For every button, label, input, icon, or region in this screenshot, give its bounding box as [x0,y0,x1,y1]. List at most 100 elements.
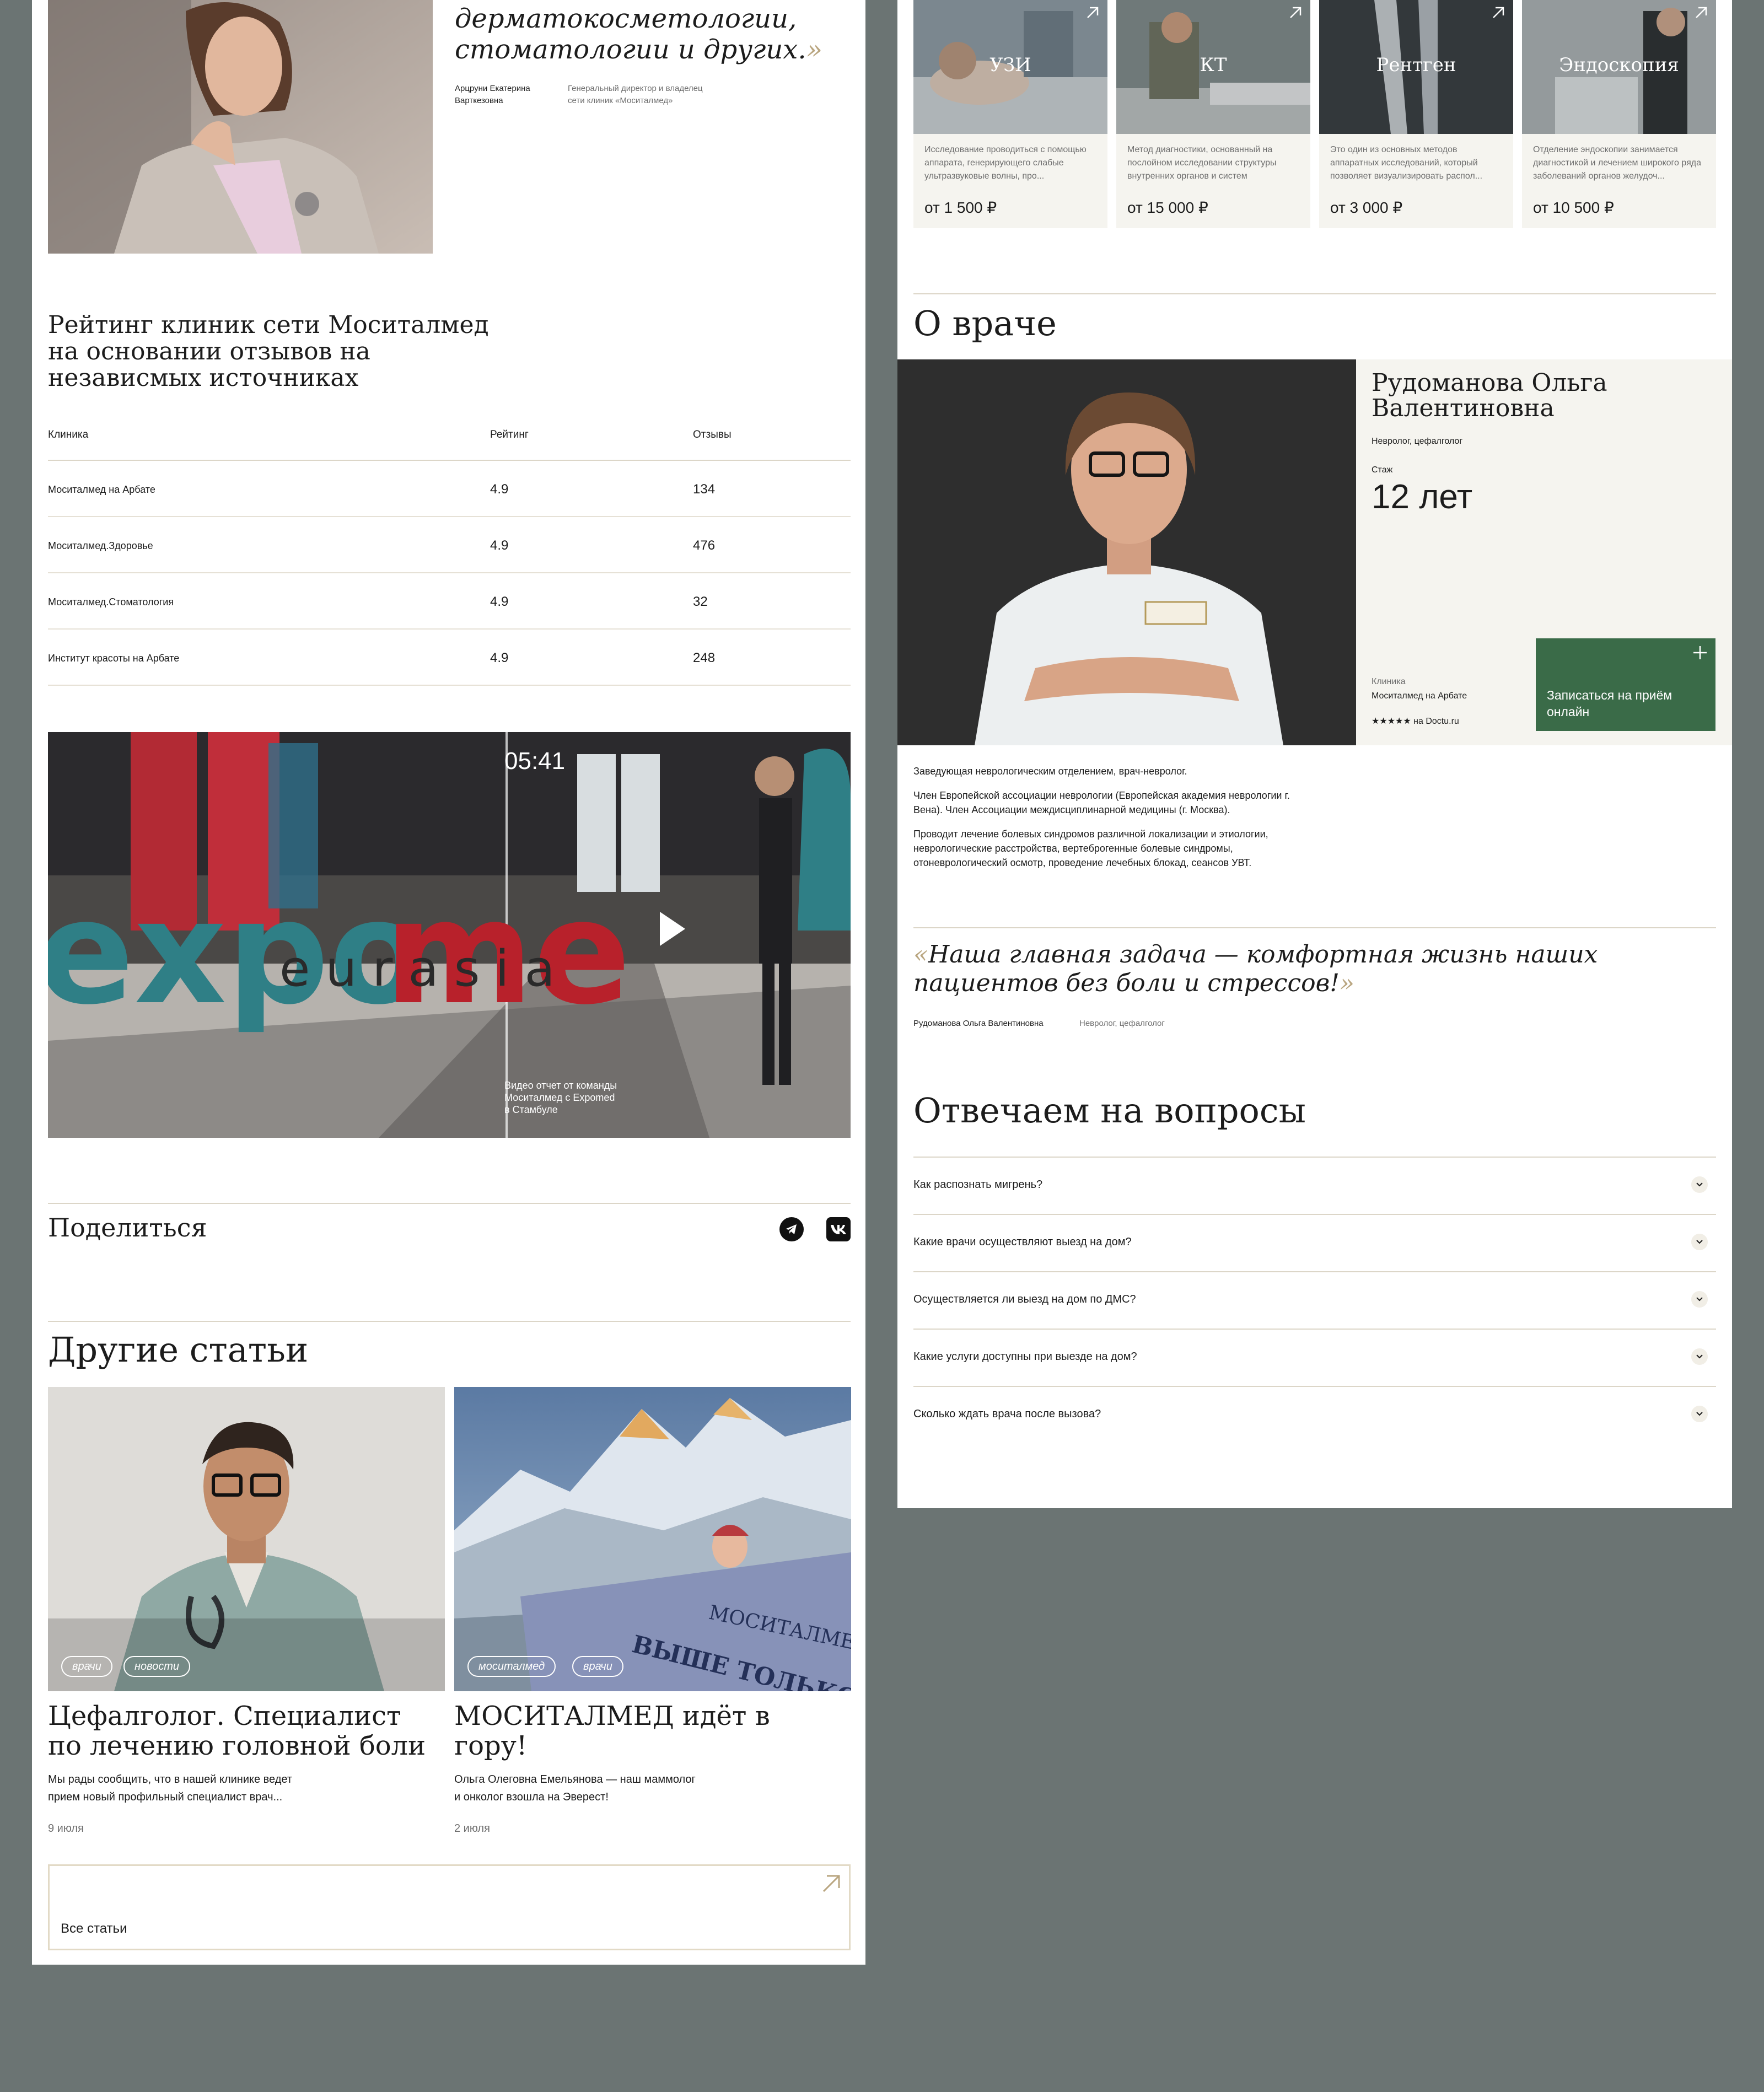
bio-line: отоневрологический осмотр, проведение ле… [913,857,1252,868]
plus-icon [1692,645,1708,660]
video-player[interactable]: expo me eurasia 05:41 Видео отчет от ком… [48,732,851,1138]
all-articles-label: Все статьи [61,1921,127,1936]
rating-value: 4.9 [490,482,509,497]
rating-clinic-name: Институт красоты на Арбате [48,653,180,664]
author-name: Варткезовна [455,96,503,105]
author-role: сети клиник «Моситалмед» [568,96,673,105]
excerpt-line: Мы рады сообщить, что в нашей клинике ве… [48,1773,293,1786]
reviews-count: 134 [693,482,716,497]
rating-stars: ★★★★★ [1372,717,1411,726]
services-row: УЗИ Исследование проводиться с помощью а… [913,0,1716,228]
bio-line: Проводит лечение болевых синдромов разли… [913,829,1268,840]
chevron-down-icon[interactable] [1691,1291,1708,1308]
service-description: Метод диагностики, основанный на послойн… [1127,145,1277,181]
author-name: Арцруни Екатерина [455,84,530,93]
doctor-name-line: Рудоманова Ольга [1372,369,1607,397]
experience-value: 12 лет [1372,478,1473,516]
arrow-up-right-icon [1288,6,1303,20]
tag-chip[interactable]: моситалмед [467,1656,556,1677]
quote-line: Наша главная задача — комфортная жизнь н… [928,940,1598,969]
rating-title-line: Рейтинг клиник сети Моситалмед [48,311,489,339]
doctor-info-card: Рудоманова Ольга Валентиновна Невролог, … [1356,359,1732,745]
book-label-line: онлайн [1547,704,1590,719]
service-image: УЗИ [913,0,1107,134]
tag-chip[interactable]: врачи [61,1656,112,1677]
telegram-icon[interactable] [779,1217,804,1241]
service-card[interactable]: Эндоскопия Отделение эндоскопии занимает… [1522,0,1716,228]
reviews-count: 248 [693,650,716,665]
faq-question[interactable]: Осуществляется ли выезд на дом по ДМС? [913,1293,1136,1306]
service-card[interactable]: Рентген Это один из основных методов апп… [1319,0,1513,228]
video-duration: 05:41 [504,747,566,775]
bio-line: Член Европейской ассоциации неврологии (… [913,790,1290,801]
chevron-down-icon[interactable] [1691,1176,1708,1193]
article-card-image[interactable]: врачи новости [48,1387,445,1691]
play-icon[interactable] [655,910,689,948]
rating-value: 4.9 [490,650,509,665]
clinic-label: Клиника [1372,677,1406,686]
article-card-image[interactable]: МОСИТАЛМЕД ВЫШЕ ТОЛЬКО моситалмед врачи [454,1387,851,1691]
service-label: Рентген [1376,54,1456,76]
doctor-specialty: Невролог, цефалголог [1372,437,1463,446]
doctor-section-title: О враче [913,303,1057,343]
service-label: Эндоскопия [1559,54,1679,76]
rating-clinic-name: Моситалмед на Арбате [48,484,155,495]
author-photo [48,0,433,254]
tag-chip[interactable]: врачи [572,1656,623,1677]
excerpt-line: и онколог взошла на Эверест! [454,1791,609,1803]
tag-chip[interactable]: новости [123,1656,191,1677]
doctor-bio: Заведующая неврологическим отделением, в… [913,764,1575,870]
quote-open-mark: « [913,940,928,969]
other-articles-title: Другие статьи [48,1330,309,1370]
faq-question[interactable]: Какие врачи осуществляют выезд на дом? [913,1236,1132,1249]
share-title: Поделиться [48,1213,207,1243]
video-caption-line: Видео отчет от команды [504,1080,617,1091]
arrow-up-right-icon [1085,6,1100,20]
doctor-name-line: Валентиновна [1372,394,1555,422]
reviews-count: 476 [693,538,716,553]
chevron-down-icon[interactable] [1691,1234,1708,1250]
article-date: 9 июля [48,1822,84,1835]
faq-title: Отвечаем на вопросы [913,1090,1306,1131]
article-title-line: гору! [454,1730,528,1761]
all-articles-button[interactable]: Все статьи [48,1864,851,1950]
col-header-clinic: Клиника [48,429,89,440]
book-appointment-button[interactable]: Записаться на приём онлайн [1536,638,1715,731]
service-card[interactable]: УЗИ Исследование проводиться с помощью а… [913,0,1107,228]
arrow-up-right-icon [1694,6,1708,20]
article-title-line: Цефалголог. Специалист [48,1701,401,1731]
faq-question[interactable]: Как распознать мигрень? [913,1179,1042,1191]
rating-title-line: на основании отзывов на [48,337,370,365]
svg-text:eurasia: eurasia [279,940,571,998]
chevron-down-icon[interactable] [1691,1348,1708,1365]
service-image: Эндоскопия [1522,0,1716,134]
bio-line: неврологические расстройства, вертеброге… [913,843,1233,854]
article-date: 2 июля [454,1822,490,1835]
excerpt-line: Ольга Олеговна Емельянова — наш маммолог [454,1773,696,1786]
clinic-name[interactable]: Моситалмед на Арбате [1372,691,1467,701]
doctor-photo [897,359,1356,745]
chevron-down-icon[interactable] [1691,1406,1708,1422]
faq-question[interactable]: Какие услуги доступны при выезде на дом? [913,1351,1137,1363]
service-image: КТ [1116,0,1310,134]
experience-label: Стаж [1372,465,1393,475]
rating-value: 4.9 [490,538,509,553]
service-label: УЗИ [989,54,1031,76]
article-panel: дерматокосметологии, стоматологии и друг… [32,0,865,1965]
service-label: КТ [1200,54,1227,76]
reviews-count: 32 [693,594,708,609]
faq-question[interactable]: Сколько ждать врача после вызова? [913,1408,1101,1421]
col-header-rating: Рейтинг [490,429,529,440]
arrow-up-right-icon [820,1873,842,1895]
service-card[interactable]: КТ Метод диагностики, основанный на посл… [1116,0,1310,228]
service-image: Рентген [1319,0,1513,134]
article-title[interactable]: МОСИТАЛМЕД идёт в гору! [454,1701,851,1761]
quote-line: дерматокосметологии, [455,3,797,34]
quote-author-role: Невролог, цефалголог [1079,1019,1165,1028]
vk-icon[interactable] [826,1217,851,1241]
rating-clinic-name: Моситалмед.Стоматология [48,596,174,607]
video-caption-line: Моситалмед с Expomed [504,1092,615,1103]
rating-source[interactable]: на Doctu.ru [1413,717,1459,726]
rating-title-line: независмых источниках [48,364,359,392]
article-title[interactable]: Цефалголог. Специалист по лечению головн… [48,1701,445,1761]
